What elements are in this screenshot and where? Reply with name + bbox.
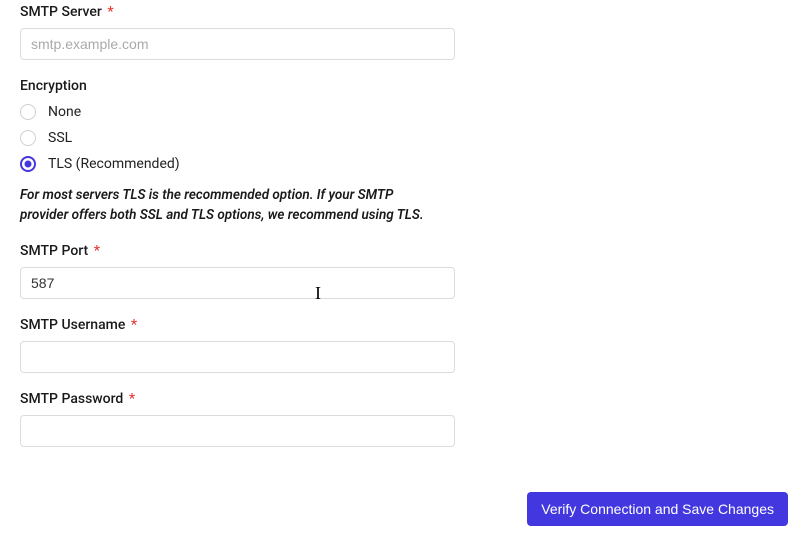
encryption-option-tls[interactable]: TLS (Recommended)	[20, 156, 780, 172]
encryption-option-none[interactable]: None	[20, 104, 780, 120]
required-asterisk: *	[107, 4, 113, 20]
verify-save-button[interactable]: Verify Connection and Save Changes	[527, 492, 788, 526]
encryption-radio-group: None SSL TLS (Recommended)	[20, 104, 780, 172]
button-bar: Verify Connection and Save Changes	[527, 492, 788, 526]
radio-icon-selected	[20, 156, 36, 172]
required-asterisk: *	[129, 391, 135, 407]
smtp-password-label: SMTP Password *	[20, 391, 780, 407]
required-asterisk: *	[94, 243, 100, 259]
smtp-username-group: SMTP Username *	[20, 317, 780, 373]
label-text: SMTP Username	[20, 317, 125, 333]
encryption-option-ssl[interactable]: SSL	[20, 130, 780, 146]
smtp-port-group: SMTP Port *	[20, 243, 780, 299]
encryption-group: Encryption None SSL TLS (Recommended) Fo…	[20, 78, 780, 225]
smtp-password-group: SMTP Password *	[20, 391, 780, 447]
smtp-port-label: SMTP Port *	[20, 243, 780, 259]
smtp-server-input[interactable]	[20, 28, 455, 60]
label-text: SMTP Password	[20, 391, 123, 407]
smtp-password-input[interactable]	[20, 415, 455, 447]
radio-icon	[20, 104, 36, 120]
radio-label-ssl: SSL	[48, 130, 72, 146]
radio-label-none: None	[48, 104, 81, 120]
smtp-port-input[interactable]	[20, 267, 455, 299]
smtp-server-group: SMTP Server *	[20, 4, 780, 60]
label-text: SMTP Port	[20, 243, 88, 259]
label-text: SMTP Server	[20, 4, 102, 20]
encryption-label: Encryption	[20, 78, 780, 94]
encryption-help-text: For most servers TLS is the recommended …	[20, 186, 442, 225]
radio-label-tls: TLS (Recommended)	[48, 156, 180, 172]
smtp-username-label: SMTP Username *	[20, 317, 780, 333]
radio-icon	[20, 130, 36, 146]
smtp-server-label: SMTP Server *	[20, 4, 780, 20]
smtp-username-input[interactable]	[20, 341, 455, 373]
required-asterisk: *	[131, 317, 137, 333]
